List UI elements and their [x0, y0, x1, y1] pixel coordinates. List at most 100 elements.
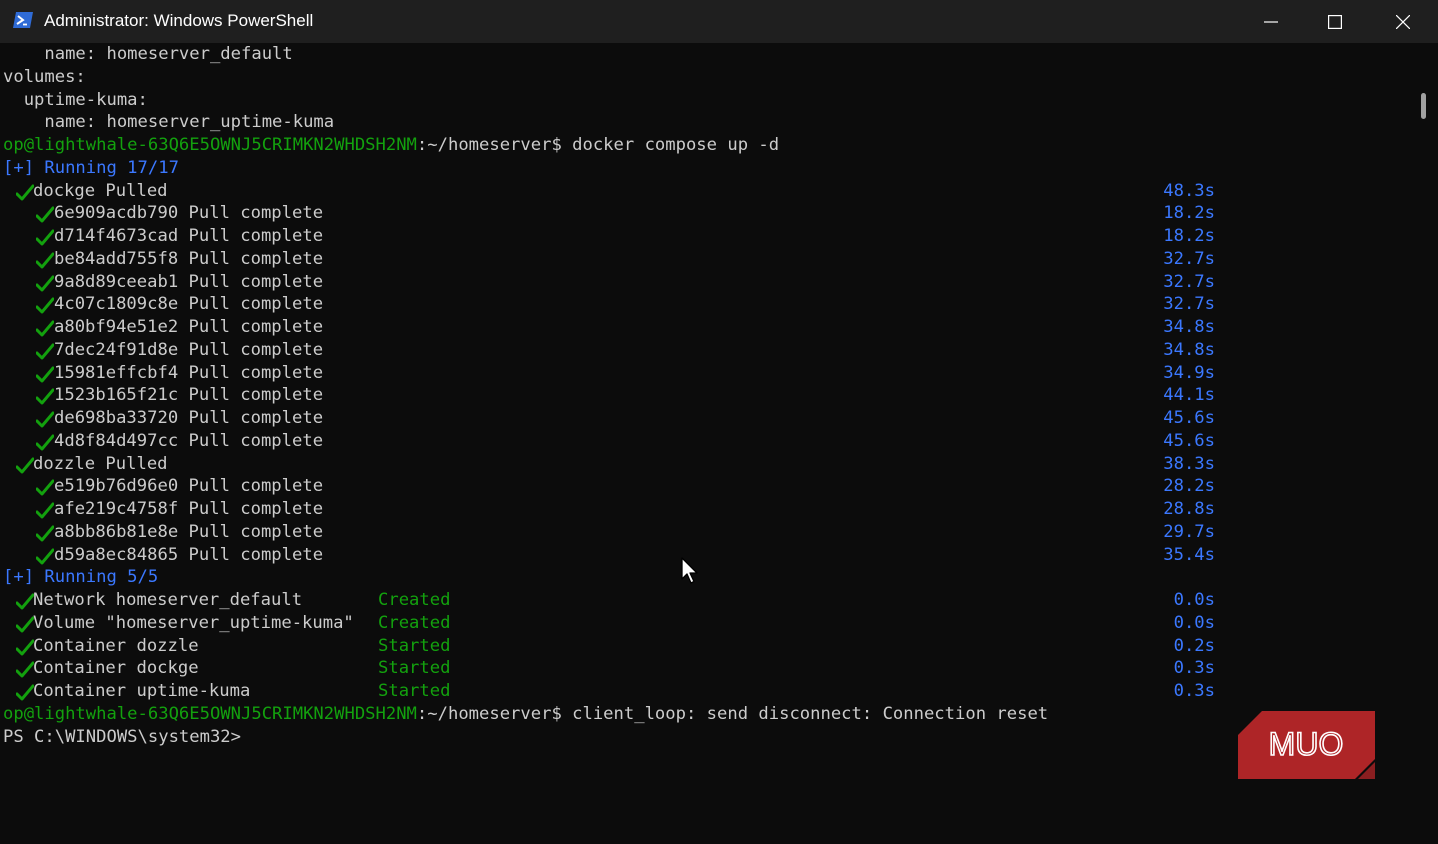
duration-text: 29.7s: [1163, 521, 1215, 542]
prompt-userhost: op@lightwhale-63Q6E5OWNJ5CRIMKN2WHDSH2NM: [3, 135, 417, 155]
running-status: [+] Running 17/17: [3, 157, 179, 178]
scrollbar-thumb[interactable]: [1421, 93, 1426, 119]
duration-text: 0.3s: [1173, 681, 1215, 701]
image-pulled-line: dozzle Pulled: [33, 453, 168, 474]
layer-line: de698ba33720 Pull complete: [54, 408, 324, 428]
checkmark-icon: [16, 684, 34, 701]
shell-prompt-line: op@lightwhale-63Q6E5OWNJ5CRIMKN2WHDSH2NM…: [3, 703, 1048, 726]
duration-text: 0.0s: [1173, 590, 1215, 610]
checkmark-icon: [36, 525, 54, 542]
resource-line: Volume "homeserver_uptime-kuma": [33, 612, 354, 633]
layer-line: be84add755f8 Pull complete: [54, 248, 324, 269]
resource-status: Started: [378, 658, 451, 679]
powershell-window: Administrator: Windows PowerShell name: …: [0, 0, 1438, 844]
shell-prompt-line: op@lightwhale-63Q6E5OWNJ5CRIMKN2WHDSH2NM…: [3, 134, 779, 157]
duration-text: 18.2s: [1163, 226, 1215, 246]
layer-line: 1523b165f21c Pull complete: [54, 385, 324, 406]
duration-text: 28.8s: [1163, 499, 1215, 519]
resource-line: Container dockge: [33, 658, 199, 679]
checkmark-icon: [36, 229, 54, 246]
checkmark-icon: [36, 434, 54, 451]
running-header: [+] Running 5/5: [3, 566, 158, 589]
checkmark-icon: [36, 411, 54, 428]
minimize-icon: [1264, 20, 1278, 23]
resource-status: Started: [378, 635, 451, 656]
checkmark-icon: [16, 661, 34, 678]
layer-line: 15981effcbf4 Pull complete: [54, 362, 324, 383]
checkmark-icon: [36, 320, 54, 337]
resource-line: Network homeserver_default: [33, 590, 303, 610]
checkmark-icon: [36, 297, 54, 314]
checkmark-icon: [36, 548, 54, 564]
close-button[interactable]: [1370, 0, 1436, 43]
running-header: [+] Running 17/17: [3, 157, 179, 180]
checkmark-icon: [16, 457, 34, 473]
duration-text: 38.3s: [1163, 453, 1215, 474]
vertical-scrollbar[interactable]: [1410, 43, 1438, 844]
checkmark-icon: [16, 593, 34, 610]
resource-status: Started: [378, 681, 451, 701]
duration-text: 34.8s: [1163, 317, 1215, 337]
powershell-prompt: PS C:\WINDOWS\system32>: [3, 726, 241, 747]
layer-line: a8bb86b81e8e Pull complete: [54, 521, 324, 542]
duration-text: 45.6s: [1163, 408, 1215, 428]
checkmark-icon: [36, 366, 54, 382]
duration-text: 44.1s: [1163, 385, 1215, 406]
maximize-icon: [1328, 14, 1342, 29]
minimize-button[interactable]: [1238, 0, 1304, 43]
duration-text: 0.0s: [1173, 612, 1215, 633]
checkmark-icon: [16, 184, 34, 200]
svg-text:MUO: MUO: [1269, 726, 1344, 762]
layer-line: d714f4673cad Pull complete: [54, 226, 324, 246]
powershell-icon: [13, 12, 33, 28]
checkmark-icon: [36, 206, 54, 223]
duration-text: 0.2s: [1173, 635, 1215, 656]
running-status: [+] Running 5/5: [3, 567, 159, 588]
checkmark-icon: [36, 502, 54, 519]
resource-status: Created: [378, 612, 451, 633]
layer-line: 4d8f84d497cc Pull complete: [54, 430, 324, 451]
duration-text: 35.4s: [1163, 544, 1215, 565]
maximize-button[interactable]: [1302, 0, 1368, 43]
layer-line: d59a8ec84865 Pull complete: [54, 544, 324, 565]
checkmark-icon: [36, 343, 54, 360]
duration-text: 18.2s: [1163, 203, 1215, 224]
duration-text: 34.9s: [1163, 362, 1215, 383]
layer-line: e519b76d96e0 Pull complete: [54, 476, 324, 497]
duration-text: 48.3s: [1163, 180, 1215, 201]
output-line: name: homeserver_uptime-kuma: [3, 112, 335, 133]
layer-line: a80bf94e51e2 Pull complete: [54, 317, 324, 337]
checkmark-icon: [36, 275, 54, 291]
mouse-cursor-icon: [681, 557, 698, 584]
title-bar[interactable]: Administrator: Windows PowerShell: [0, 0, 1438, 43]
layer-line: 9a8d89ceeab1 Pull complete: [54, 271, 324, 292]
layer-line: 7dec24f91d8e Pull complete: [54, 339, 324, 360]
output-line: name: homeserver_default: [3, 44, 293, 64]
terminal-output[interactable]: name: homeserver_default volumes: uptime-…: [0, 43, 1410, 844]
duration-text: 32.7s: [1163, 248, 1215, 269]
output-line: uptime-kuma:: [3, 89, 148, 110]
resource-line: Container uptime-kuma: [33, 681, 251, 701]
prompt-userhost: op@lightwhale-63Q6E5OWNJ5CRIMKN2WHDSH2NM: [3, 703, 417, 724]
duration-text: 32.7s: [1163, 294, 1215, 315]
duration-text: 0.3s: [1173, 658, 1215, 679]
layer-line: 6e909acdb790 Pull complete: [54, 203, 324, 224]
checkmark-icon: [36, 252, 54, 269]
duration-text: 32.7s: [1163, 271, 1215, 292]
command-text: :~/homeserver$ client_loop: send disconn…: [416, 703, 1049, 724]
close-icon: [1396, 14, 1410, 29]
checkmark-icon: [16, 639, 34, 655]
resource-line: Container dozzle: [33, 635, 199, 656]
checkmark-icon: [36, 479, 54, 496]
layer-line: afe219c4758f Pull complete: [54, 499, 324, 519]
window-title: Administrator: Windows PowerShell: [44, 11, 314, 30]
duration-text: 28.2s: [1163, 476, 1215, 497]
output-line: volumes:: [3, 66, 86, 87]
duration-text: 45.6s: [1163, 430, 1215, 451]
layer-line: 4c07c1809c8e Pull complete: [54, 294, 324, 315]
image-pulled-line: dockge Pulled: [33, 180, 168, 201]
checkmark-icon: [36, 388, 54, 405]
muo-watermark-logo: MUO: [1238, 711, 1375, 779]
duration-text: 34.8s: [1163, 339, 1215, 360]
checkmark-icon: [16, 616, 34, 633]
